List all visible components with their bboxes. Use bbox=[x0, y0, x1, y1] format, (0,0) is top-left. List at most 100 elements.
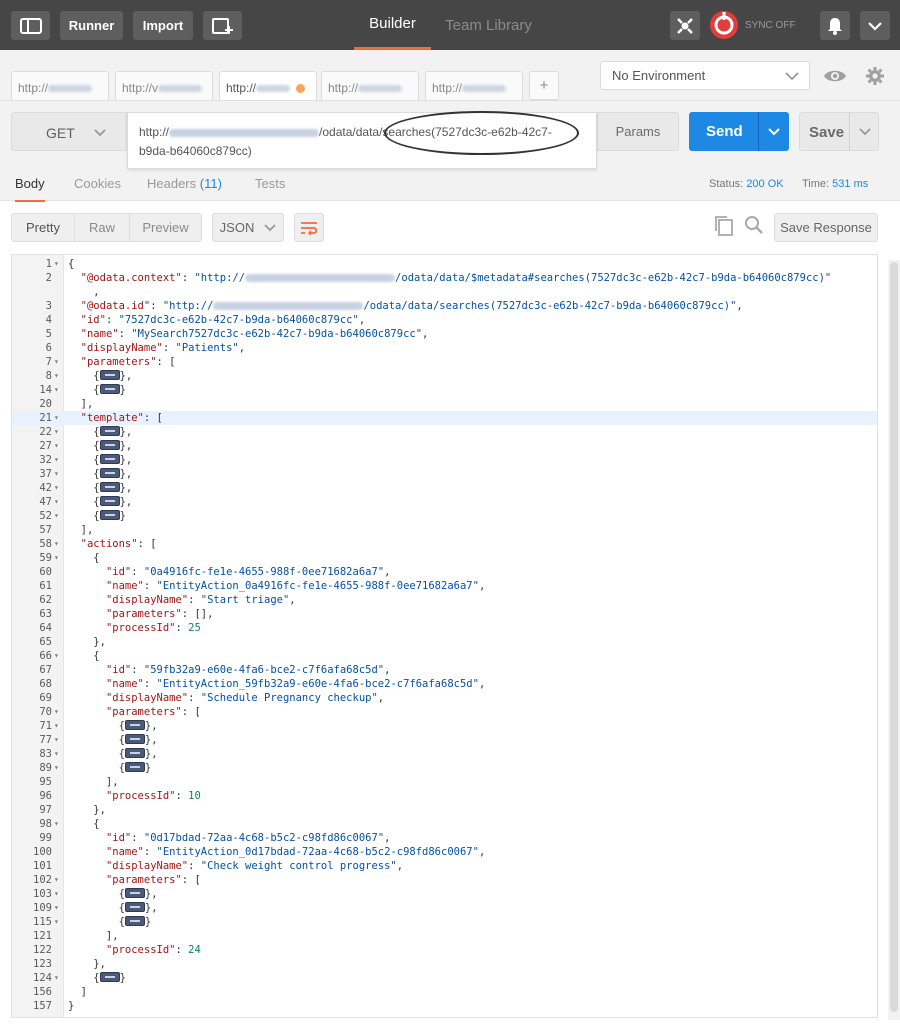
fold-toggle-icon[interactable]: ▾ bbox=[54, 747, 59, 761]
fold-toggle-icon[interactable]: ▾ bbox=[54, 369, 59, 383]
fold-toggle-icon[interactable]: ▾ bbox=[54, 495, 59, 509]
sync-status[interactable]: SYNC OFF bbox=[708, 9, 803, 41]
collapsed-object-icon[interactable] bbox=[99, 468, 120, 478]
code-line: 123 }, bbox=[12, 957, 877, 971]
fold-toggle-icon[interactable]: ▾ bbox=[54, 257, 59, 271]
fold-toggle-icon[interactable]: ▾ bbox=[54, 551, 59, 565]
fold-toggle-icon[interactable]: ▾ bbox=[54, 467, 59, 481]
save-button[interactable]: Save bbox=[799, 112, 879, 151]
sidebar-toggle-button[interactable] bbox=[11, 11, 50, 40]
collapsed-object-icon[interactable] bbox=[124, 888, 145, 898]
fold-toggle-icon[interactable]: ▾ bbox=[54, 649, 59, 663]
method-select[interactable]: GET bbox=[11, 112, 127, 151]
code-line: 37 ▾ {}, bbox=[12, 467, 877, 481]
fold-toggle-icon[interactable]: ▾ bbox=[54, 537, 59, 551]
collapsed-object-icon[interactable] bbox=[99, 510, 120, 520]
fold-toggle-icon[interactable]: ▾ bbox=[54, 733, 59, 747]
collapsed-object-icon[interactable] bbox=[99, 454, 120, 464]
request-tab[interactable]: http:// bbox=[425, 71, 523, 100]
view-preview-button[interactable]: Preview bbox=[129, 213, 202, 242]
new-tab-button[interactable]: + bbox=[529, 71, 559, 100]
collapsed-object-icon[interactable] bbox=[124, 902, 145, 912]
fold-toggle-icon[interactable]: ▾ bbox=[54, 481, 59, 495]
save-response-button[interactable]: Save Response bbox=[774, 213, 878, 242]
scrollbar-thumb[interactable] bbox=[890, 262, 898, 1012]
line-number: 8 bbox=[45, 370, 52, 382]
runner-button[interactable]: Runner bbox=[60, 11, 123, 40]
line-number: 59 bbox=[39, 552, 52, 564]
request-tab[interactable]: http:// bbox=[321, 71, 419, 100]
headers-count: (11) bbox=[199, 176, 222, 191]
fold-toggle-icon[interactable]: ▾ bbox=[54, 719, 59, 733]
fold-toggle-icon[interactable]: ▾ bbox=[54, 509, 59, 523]
fold-toggle-icon[interactable]: ▾ bbox=[54, 453, 59, 467]
code-line: 100 "name": "EntityAction_0d17bdad-72aa-… bbox=[12, 845, 877, 859]
fold-toggle-icon[interactable]: ▾ bbox=[54, 901, 59, 915]
fold-toggle-icon[interactable]: ▾ bbox=[54, 761, 59, 775]
send-button[interactable]: Send bbox=[689, 112, 789, 151]
fold-toggle-icon[interactable]: ▾ bbox=[54, 705, 59, 719]
collapsed-object-icon[interactable] bbox=[99, 482, 120, 492]
collapsed-object-icon[interactable] bbox=[99, 972, 120, 982]
tab-builder[interactable]: Builder bbox=[354, 0, 431, 50]
view-raw-button[interactable]: Raw bbox=[74, 213, 130, 242]
request-tab-active[interactable]: http:// bbox=[219, 71, 317, 100]
collapsed-object-icon[interactable] bbox=[99, 496, 120, 506]
search-button[interactable] bbox=[744, 215, 768, 241]
fold-toggle-icon[interactable]: ▾ bbox=[54, 971, 59, 985]
fold-toggle-icon[interactable]: ▾ bbox=[54, 873, 59, 887]
collapsed-object-icon[interactable] bbox=[124, 916, 145, 926]
interceptor-button[interactable] bbox=[670, 11, 700, 40]
manage-environments-button[interactable] bbox=[860, 61, 890, 90]
format-select[interactable]: JSON bbox=[212, 213, 284, 242]
environment-quick-look-button[interactable] bbox=[820, 61, 850, 90]
code-text: "id": "59fb32a9-e60e-4fa6-bce2-c7f6afa68… bbox=[105, 664, 391, 676]
collapsed-object-icon[interactable] bbox=[124, 734, 145, 744]
fold-toggle-icon[interactable]: ▾ bbox=[54, 383, 59, 397]
tab-body[interactable]: Body bbox=[15, 176, 45, 203]
line-number: 37 bbox=[39, 468, 52, 480]
line-number: 62 bbox=[39, 594, 52, 606]
tab-cookies[interactable]: Cookies bbox=[74, 176, 121, 191]
fold-toggle-icon[interactable]: ▾ bbox=[54, 439, 59, 453]
code-text: "displayName": "Start triage", bbox=[105, 594, 296, 606]
send-options-button[interactable] bbox=[758, 112, 789, 151]
copy-button[interactable] bbox=[714, 215, 738, 241]
line-number: 97 bbox=[39, 804, 52, 816]
code-line: 27 ▾ {}, bbox=[12, 439, 877, 453]
new-window-button[interactable] bbox=[203, 11, 242, 40]
line-number: 156 bbox=[33, 986, 52, 998]
request-tab[interactable]: http:// bbox=[11, 71, 109, 100]
fold-toggle-icon[interactable]: ▾ bbox=[54, 355, 59, 369]
wrap-lines-button[interactable] bbox=[294, 213, 324, 242]
response-body-viewer[interactable]: 1 ▾{2 "@odata.context": "http:///odata/da… bbox=[11, 254, 878, 1018]
view-pretty-button[interactable]: Pretty bbox=[11, 213, 75, 242]
fold-toggle-icon[interactable]: ▾ bbox=[54, 411, 59, 425]
line-number: 121 bbox=[33, 930, 52, 942]
notifications-button[interactable] bbox=[820, 11, 850, 40]
collapsed-object-icon[interactable] bbox=[99, 440, 120, 450]
code-line: 21 ▾ "template": [ bbox=[12, 411, 877, 425]
request-tab[interactable]: http://v bbox=[115, 71, 213, 100]
fold-toggle-icon[interactable]: ▾ bbox=[54, 887, 59, 901]
collapsed-object-icon[interactable] bbox=[99, 426, 120, 436]
collapsed-object-icon[interactable] bbox=[99, 384, 120, 394]
save-options-button[interactable] bbox=[849, 113, 879, 150]
fold-toggle-icon[interactable]: ▾ bbox=[54, 817, 59, 831]
tab-tests[interactable]: Tests bbox=[255, 176, 285, 191]
environment-select[interactable]: No Environment bbox=[600, 61, 810, 90]
tab-headers-label: Headers bbox=[147, 176, 197, 191]
params-button[interactable]: Params bbox=[597, 112, 679, 151]
fold-toggle-icon[interactable]: ▾ bbox=[54, 915, 59, 929]
collapsed-object-icon[interactable] bbox=[99, 370, 120, 380]
import-button[interactable]: Import bbox=[133, 11, 193, 40]
tab-headers[interactable]: Headers (11) bbox=[147, 176, 222, 191]
fold-toggle-icon[interactable]: ▾ bbox=[54, 425, 59, 439]
tab-team-library[interactable]: Team Library bbox=[441, 0, 536, 50]
collapsed-object-icon[interactable] bbox=[124, 748, 145, 758]
collapsed-object-icon[interactable] bbox=[124, 762, 145, 772]
line-number: 58 bbox=[39, 538, 52, 550]
line-number: 157 bbox=[33, 1000, 52, 1012]
collapsed-object-icon[interactable] bbox=[124, 720, 145, 730]
menu-dropdown-button[interactable] bbox=[860, 11, 890, 40]
